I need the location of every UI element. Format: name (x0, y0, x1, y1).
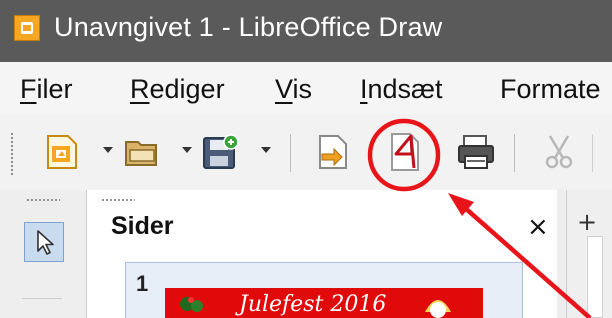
pages-pane-title: Sider (111, 212, 174, 240)
slide-thumbnail[interactable]: Julefest 2016 (165, 288, 483, 318)
drawing-toolbar-divider (22, 298, 62, 299)
open-folder-icon[interactable] (122, 132, 162, 172)
menu-filer[interactable]: Filer (20, 74, 73, 105)
santa-icon (425, 300, 451, 318)
cut-icon[interactable] (540, 132, 580, 172)
export-pdf-icon[interactable] (384, 132, 424, 172)
vertical-ruler: + (566, 190, 612, 318)
print-icon[interactable] (456, 132, 496, 172)
ruler-strip (587, 236, 603, 318)
pages-pane: Sider × 1 Julefest 2016 (86, 190, 557, 318)
pages-pane-grip[interactable] (101, 198, 135, 201)
close-pane-button[interactable]: × (527, 212, 549, 242)
new-document-icon[interactable] (42, 132, 82, 172)
open-dropdown-arrow[interactable] (182, 147, 192, 153)
standard-toolbar (0, 114, 612, 190)
toolbar-separator (514, 134, 515, 172)
drawing-toolbar-grip[interactable] (26, 198, 60, 201)
window-title: Unavngivet 1 - LibreOffice Draw (54, 12, 443, 42)
menu-indsaet[interactable]: Indsæt (360, 74, 443, 105)
menu-rediger[interactable]: Rediger (130, 74, 225, 105)
export-icon[interactable] (312, 132, 352, 172)
title-bar: Unavngivet 1 - LibreOffice Draw (0, 0, 612, 62)
toolbar-separator (290, 134, 291, 172)
new-dropdown-arrow[interactable] (103, 147, 113, 153)
slide-thumbnail-text: Julefest 2016 (239, 292, 387, 317)
drawing-toolbar (16, 190, 68, 318)
toolbar-separator (592, 134, 593, 172)
menu-formater[interactable]: Formate (500, 74, 601, 105)
menu-vis[interactable]: Vis (275, 74, 312, 105)
cursor-arrow-icon (37, 230, 54, 255)
select-tool-button[interactable] (24, 222, 64, 262)
holly-icon (180, 297, 203, 312)
ruler-origin-icon[interactable]: + (577, 208, 597, 236)
libreoffice-draw-icon (14, 15, 40, 41)
menu-bar: Filer Rediger Vis Indsæt Formate (0, 62, 612, 114)
save-icon[interactable] (200, 132, 240, 172)
toolbar-grip[interactable] (10, 132, 14, 176)
slide-number: 1 (136, 271, 149, 296)
save-dropdown-arrow[interactable] (261, 147, 271, 153)
